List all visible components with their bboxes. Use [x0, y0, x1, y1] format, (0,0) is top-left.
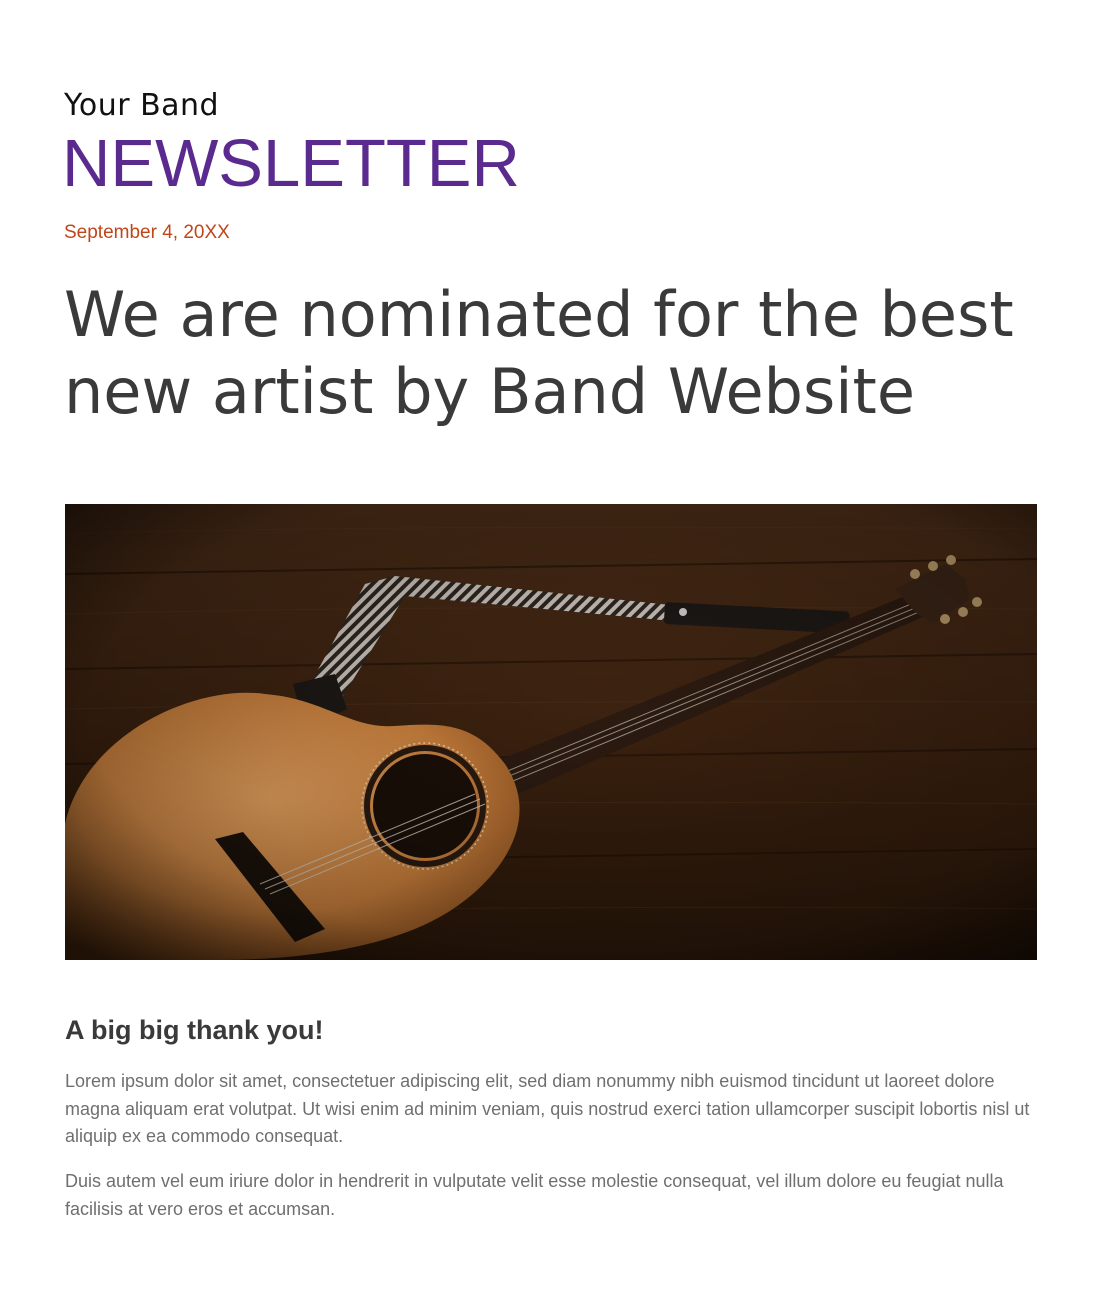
- article-headline: We are nominated for the best new artist…: [64, 278, 1014, 428]
- newsletter-title: NEWSLETTER: [62, 126, 520, 201]
- guitar-photo: [65, 504, 1037, 960]
- newsletter-page: Your Band NEWSLETTER September 4, 20XX W…: [0, 0, 1101, 1309]
- body-paragraph-2: Duis autem vel eum iriure dolor in hendr…: [65, 1171, 1004, 1219]
- section-heading: A big big thank you!: [65, 1015, 324, 1045]
- band-name: Your Band: [64, 88, 220, 123]
- issue-date: September 4, 20XX: [64, 222, 230, 243]
- body-paragraph-1: Lorem ipsum dolor sit amet, consectetuer…: [65, 1071, 1030, 1146]
